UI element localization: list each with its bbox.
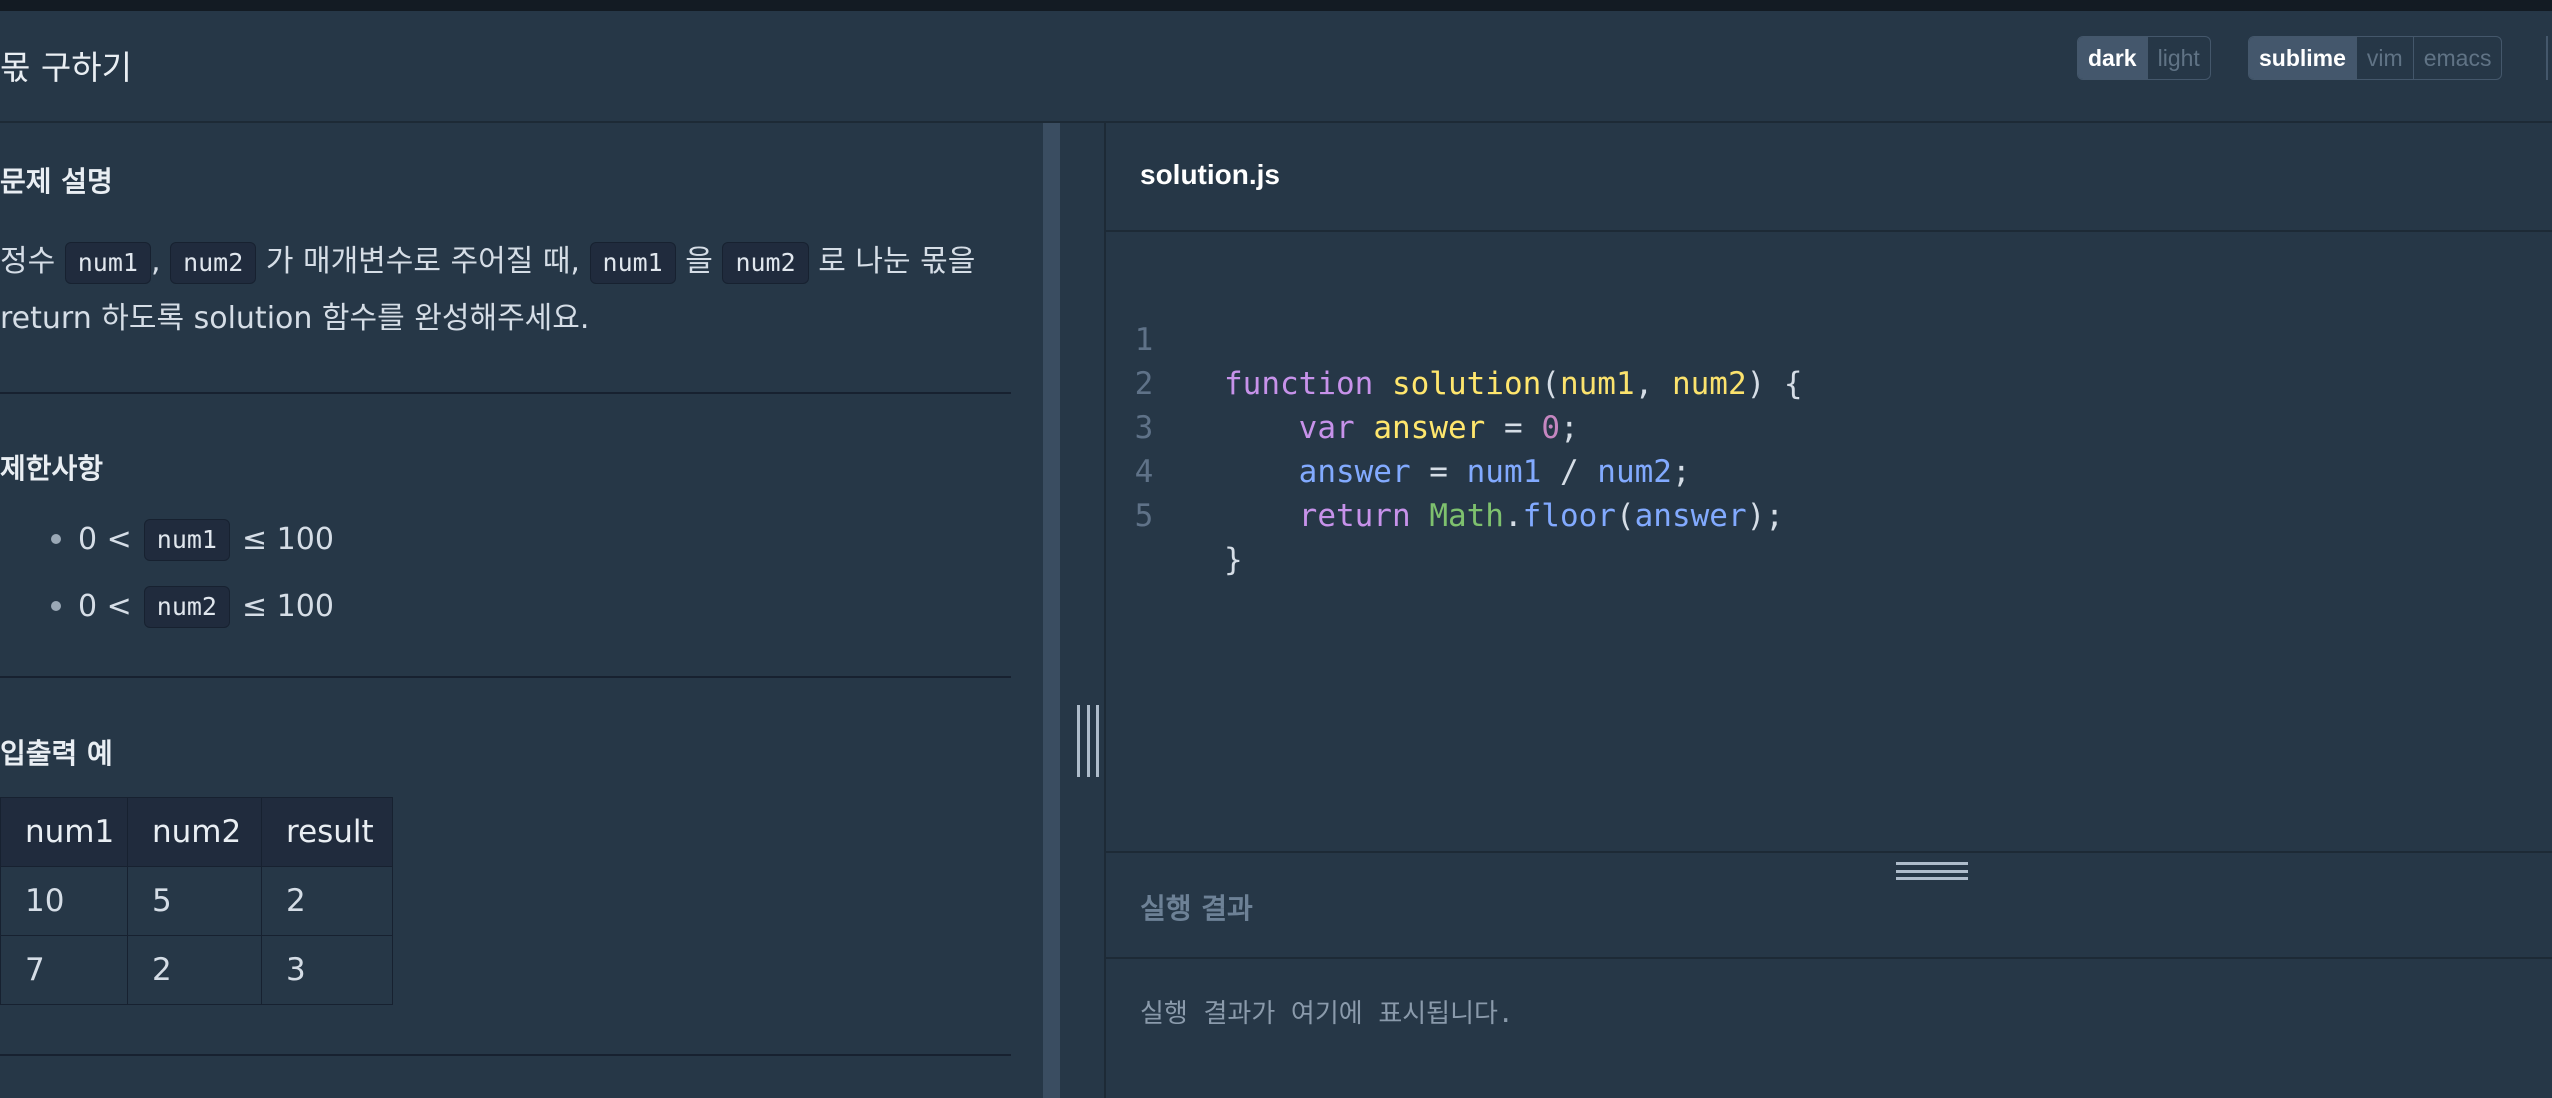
problem-title: 몫 구하기 [0,48,132,87]
bullet-icon [51,534,61,544]
code-token: answer [1373,410,1486,446]
theme-toggle: dark light [2077,36,2211,80]
constraint-text: ≤ 100 [241,589,334,624]
header-bar: 몫 구하기 dark light sublime vim emacs [0,11,2552,123]
editor-panel: solution.js 1 function solution(num1, nu… [1104,123,2552,1098]
line-number: 5 [1134,498,1154,534]
code-line: 2 var answer = 0; [1106,318,1579,446]
code-token: floor [1522,498,1616,534]
code-token: answer [1298,454,1411,490]
keymap-sublime-option[interactable]: sublime [2249,37,2356,79]
code-token: answer [1634,498,1747,534]
code-token: num2 [1671,366,1747,402]
code-line: 1 function solution(num1, num2) { [1106,274,1803,402]
keymap-emacs-option[interactable]: emacs [2412,37,2502,79]
code-token: return [1298,498,1411,534]
theme-light-option[interactable]: light [2146,37,2210,79]
column-header: num1 [0,797,128,867]
keymap-toggle: sublime vim emacs [2248,36,2503,80]
table-row: 7 2 3 [0,935,393,1005]
table-cell: 2 [261,866,393,936]
column-header: result [261,797,393,867]
table-cell: 5 [127,866,262,936]
file-name[interactable]: solution.js [1140,159,1280,191]
inline-code: num2 [722,241,809,284]
inline-code: num1 [64,241,151,284]
column-header: num2 [127,797,262,867]
code-token: num2 [1597,454,1672,490]
table-header-row: num1 num2 result [0,797,393,867]
desc-text: , [150,244,161,279]
section-divider [0,676,1011,678]
top-strip [0,0,2552,11]
constraint-text: 0 < [78,522,132,557]
constraints-heading: 제한사항 [0,452,104,485]
bullet-icon [51,601,61,611]
io-heading: 입출력 예 [0,737,113,770]
constraint-item: 0 < num1 ≤ 100 [0,506,334,573]
code-token: var [1298,410,1355,446]
code-line: 4 return Math.floor(answer); [1106,406,1784,534]
inline-code: num2 [143,585,230,628]
desc-text: 정수 [0,244,56,279]
constraint-item: 0 < num2 ≤ 100 [0,573,334,640]
code-token: num1 [1466,454,1542,490]
desc-text: 을 [685,244,713,279]
problem-description: 정수 num1, num2 가 매개변수로 주어질 때, num1 을 num2… [0,233,1000,347]
problem-panel: 문제 설명 정수 num1, num2 가 매개변수로 주어질 때, num1 … [0,123,1043,1098]
code-line: 3 answer = num1 / num2; [1106,362,1691,490]
table-cell: 2 [127,935,262,1005]
keymap-vim-option[interactable]: vim [2355,37,2413,79]
theme-dark-option[interactable]: dark [2078,37,2147,79]
table-row: 10 5 2 [0,866,393,936]
file-tab-bar: solution.js [1106,123,2552,232]
panel-splitter[interactable] [1043,123,1060,1098]
constraint-text: 0 < [78,589,132,624]
constraints-list: 0 < num1 ≤ 100 0 < num2 ≤ 100 [0,506,334,640]
table-cell: 10 [0,866,128,936]
section-divider [0,1054,1011,1056]
code-editor[interactable]: 1 function solution(num1, num2) { 2 var … [1106,232,2552,851]
inline-code: num1 [143,518,230,561]
description-heading: 문제 설명 [0,165,113,198]
vertical-resize-handle-icon[interactable] [1077,705,1099,777]
result-output: 실행 결과가 여기에 표시됩니다. [1140,999,1514,1029]
result-header: 실행 결과 [1106,851,2552,959]
constraint-text: ≤ 100 [241,522,334,557]
table-cell: 7 [0,935,128,1005]
result-title: 실행 결과 [1140,892,1253,925]
io-example-table: num1 num2 result 10 5 2 7 2 3 [0,797,393,1005]
code-token: num1 [1559,366,1635,402]
inline-code: num1 [589,241,676,284]
table-cell: 3 [261,935,393,1005]
horizontal-resize-handle-icon[interactable] [1896,862,1968,880]
code-token: Math [1429,498,1504,534]
code-token: function [1224,366,1374,402]
desc-text: 가 매개변수로 주어질 때, [265,244,580,279]
code-token: 0 [1541,410,1560,446]
section-divider [0,392,1011,394]
code-token: solution [1391,366,1542,402]
code-line: 5 } [1106,450,1243,578]
inline-code: num2 [170,241,257,284]
header-edge-control[interactable] [2546,36,2552,80]
